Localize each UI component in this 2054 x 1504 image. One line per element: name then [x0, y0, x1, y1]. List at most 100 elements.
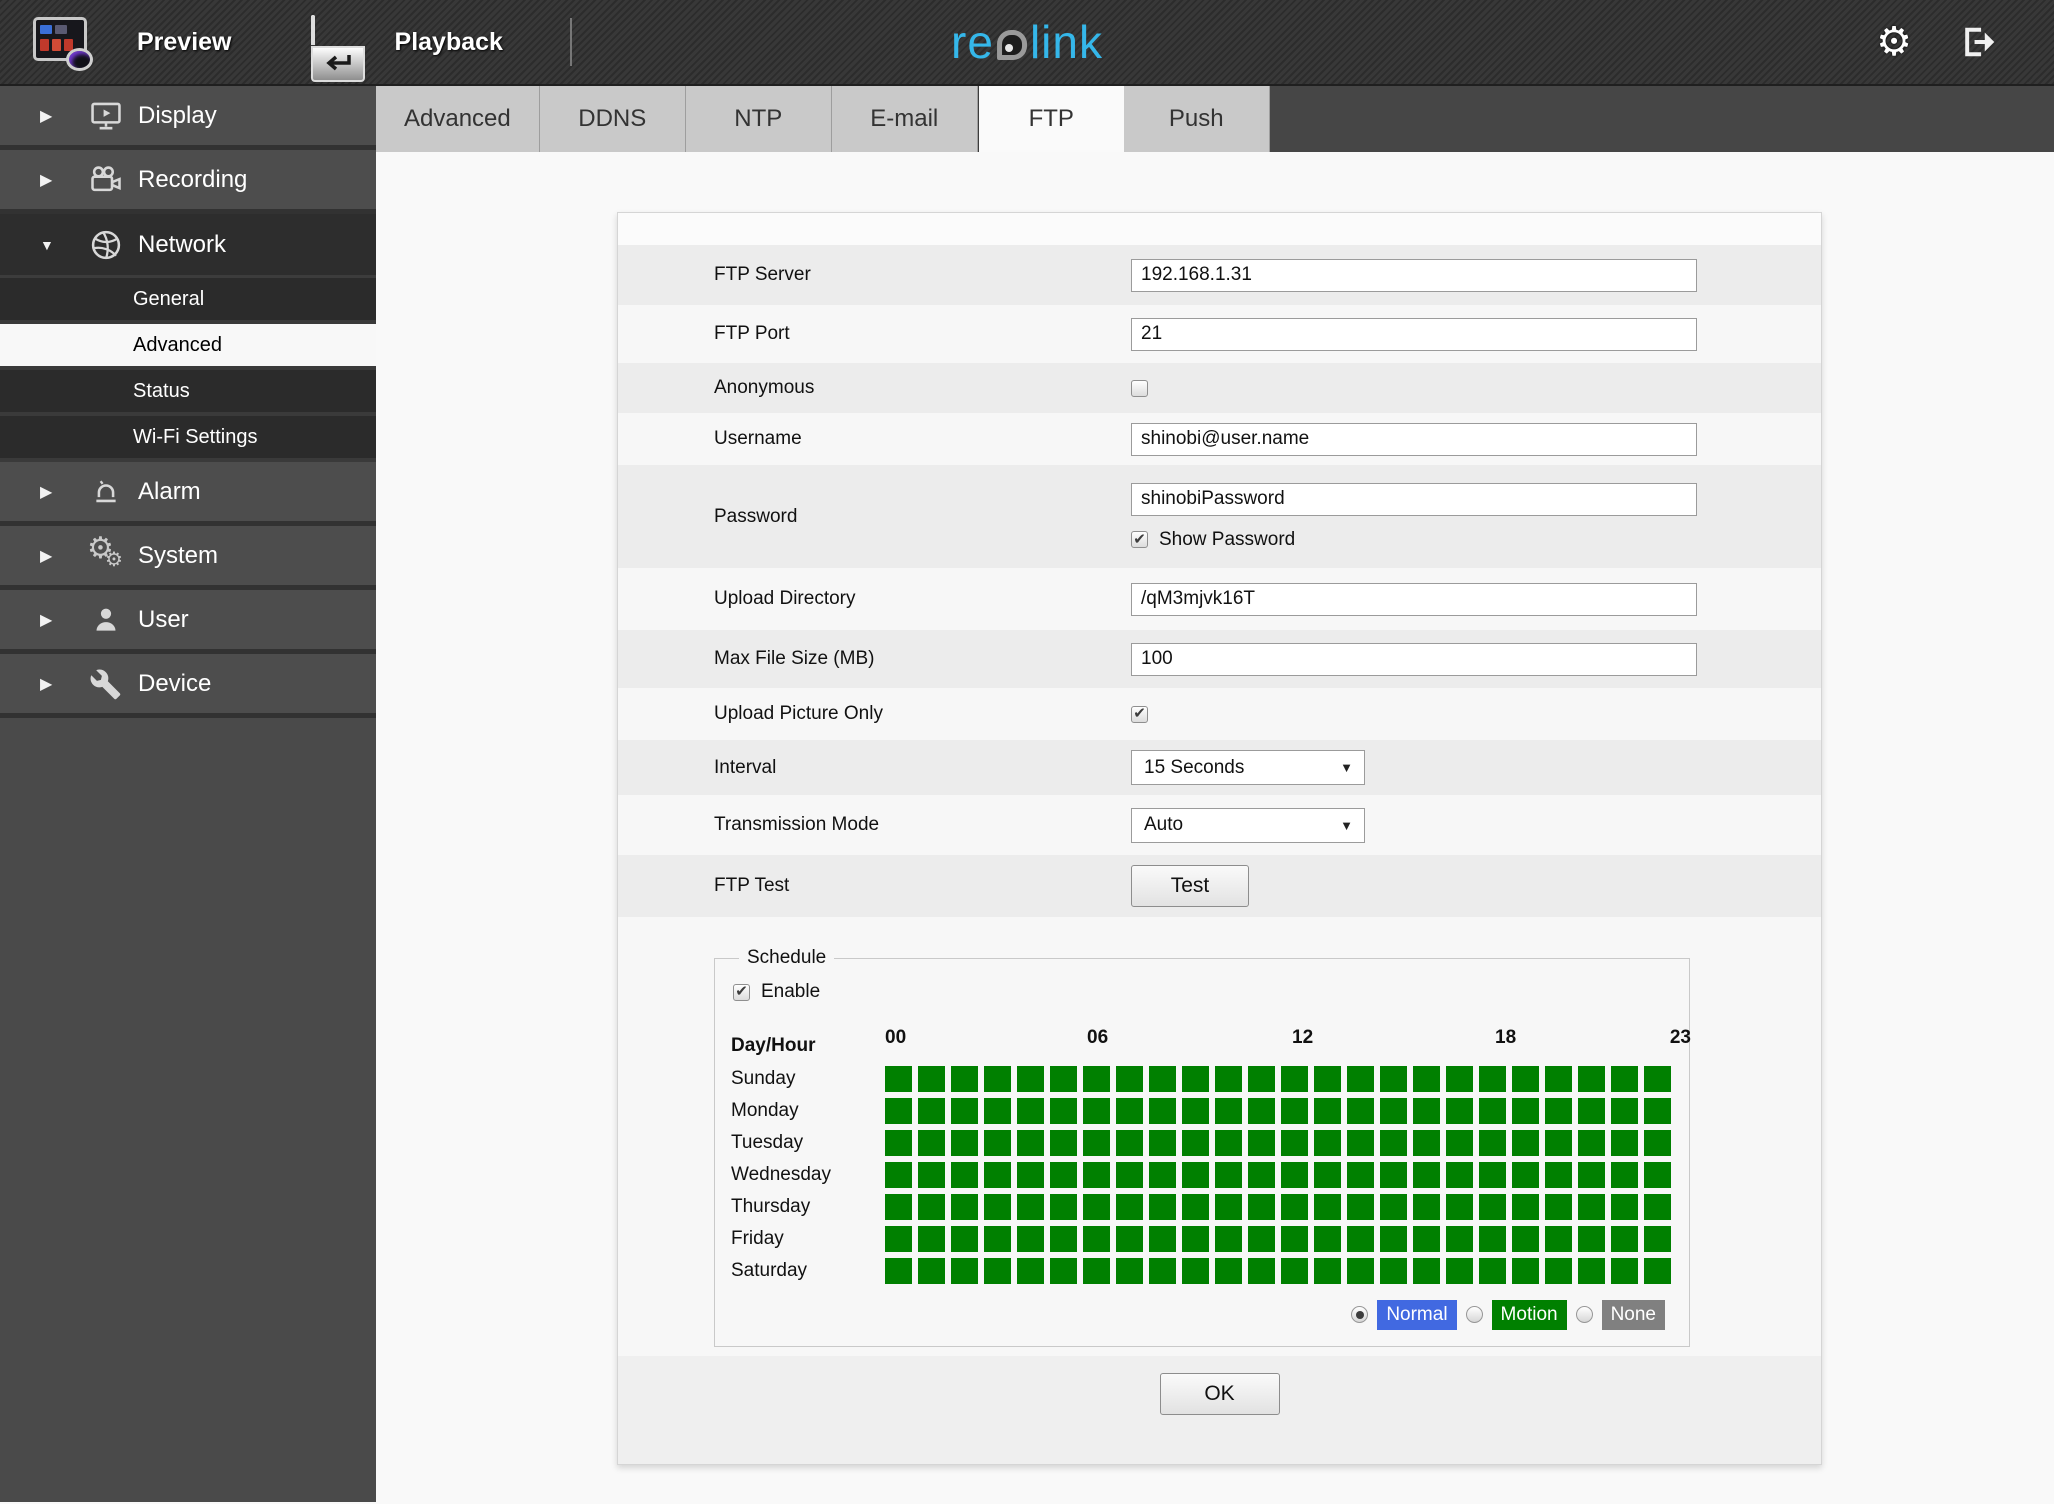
schedule-cell[interactable]: [1611, 1066, 1638, 1092]
schedule-cell[interactable]: [1380, 1258, 1407, 1284]
motion-radio[interactable]: [1465, 1306, 1483, 1324]
schedule-cell[interactable]: [1017, 1258, 1044, 1284]
schedule-cell[interactable]: [984, 1098, 1011, 1124]
schedule-cell[interactable]: [1644, 1098, 1671, 1124]
schedule-cell[interactable]: [1116, 1130, 1143, 1156]
schedule-cell[interactable]: [1611, 1226, 1638, 1252]
schedule-cell[interactable]: [1644, 1194, 1671, 1220]
schedule-cell[interactable]: [1446, 1162, 1473, 1188]
sidebar-item-network[interactable]: ▼ Network: [0, 214, 376, 278]
schedule-cell[interactable]: [984, 1162, 1011, 1188]
schedule-cell[interactable]: [1149, 1066, 1176, 1092]
schedule-cell[interactable]: [1281, 1226, 1308, 1252]
schedule-cell[interactable]: [1083, 1194, 1110, 1220]
schedule-cell[interactable]: [1083, 1130, 1110, 1156]
schedule-cell[interactable]: [885, 1162, 912, 1188]
schedule-cell[interactable]: [1017, 1098, 1044, 1124]
schedule-cell[interactable]: [1479, 1258, 1506, 1284]
schedule-cell[interactable]: [1347, 1226, 1374, 1252]
schedule-cell[interactable]: [1578, 1226, 1605, 1252]
schedule-cell[interactable]: [1380, 1098, 1407, 1124]
schedule-cell[interactable]: [1578, 1066, 1605, 1092]
schedule-cell[interactable]: [1347, 1162, 1374, 1188]
sidebar-subitem-status[interactable]: Status: [0, 370, 376, 416]
schedule-cell[interactable]: [1545, 1066, 1572, 1092]
schedule-cell[interactable]: [1644, 1258, 1671, 1284]
upload-picture-only-checkbox[interactable]: [1131, 705, 1148, 723]
schedule-cell[interactable]: [1611, 1258, 1638, 1284]
playback-button[interactable]: Playback: [310, 15, 503, 82]
schedule-cell[interactable]: [1479, 1162, 1506, 1188]
schedule-cell[interactable]: [1083, 1226, 1110, 1252]
ftp-test-button[interactable]: Test: [1131, 865, 1249, 907]
schedule-cell[interactable]: [885, 1226, 912, 1252]
schedule-cell[interactable]: [1281, 1098, 1308, 1124]
schedule-cell[interactable]: [1314, 1066, 1341, 1092]
schedule-cell[interactable]: [1116, 1194, 1143, 1220]
schedule-cell[interactable]: [951, 1226, 978, 1252]
schedule-cell[interactable]: [1050, 1130, 1077, 1156]
schedule-cell[interactable]: [1215, 1066, 1242, 1092]
schedule-cell[interactable]: [918, 1162, 945, 1188]
schedule-cell[interactable]: [1446, 1066, 1473, 1092]
schedule-cell[interactable]: [1380, 1066, 1407, 1092]
schedule-cell[interactable]: [1347, 1098, 1374, 1124]
sidebar-subitem-wifi-settings[interactable]: Wi-Fi Settings: [0, 416, 376, 462]
schedule-cell[interactable]: [1413, 1098, 1440, 1124]
schedule-cell[interactable]: [1479, 1226, 1506, 1252]
schedule-cell[interactable]: [1116, 1162, 1143, 1188]
interval-select[interactable]: 15 Seconds ▼: [1131, 750, 1365, 785]
sidebar-subitem-general[interactable]: General: [0, 278, 376, 324]
schedule-cell[interactable]: [1182, 1194, 1209, 1220]
schedule-cell[interactable]: [1182, 1258, 1209, 1284]
tab-ntp[interactable]: NTP: [685, 86, 832, 152]
schedule-cell[interactable]: [1545, 1098, 1572, 1124]
schedule-cell[interactable]: [1314, 1226, 1341, 1252]
schedule-cell[interactable]: [885, 1194, 912, 1220]
schedule-cell[interactable]: [885, 1130, 912, 1156]
schedule-cell[interactable]: [1083, 1162, 1110, 1188]
schedule-cell[interactable]: [1050, 1226, 1077, 1252]
schedule-cell[interactable]: [1215, 1162, 1242, 1188]
schedule-cell[interactable]: [1347, 1066, 1374, 1092]
transmission-mode-select[interactable]: Auto ▼: [1131, 807, 1365, 843]
schedule-cell[interactable]: [1248, 1098, 1275, 1124]
schedule-cell[interactable]: [1479, 1098, 1506, 1124]
schedule-cell[interactable]: [951, 1258, 978, 1284]
schedule-cell[interactable]: [1512, 1258, 1539, 1284]
anonymous-checkbox[interactable]: [1131, 379, 1148, 397]
schedule-cell[interactable]: [1413, 1194, 1440, 1220]
schedule-cell[interactable]: [1248, 1162, 1275, 1188]
schedule-cell[interactable]: [885, 1258, 912, 1284]
schedule-cell[interactable]: [1347, 1130, 1374, 1156]
schedule-cell[interactable]: [1149, 1258, 1176, 1284]
schedule-cell[interactable]: [951, 1130, 978, 1156]
schedule-cell[interactable]: [1347, 1194, 1374, 1220]
sidebar-item-recording[interactable]: ▶ Recording: [0, 150, 376, 214]
schedule-cell[interactable]: [1281, 1066, 1308, 1092]
schedule-cell[interactable]: [1083, 1258, 1110, 1284]
schedule-cell[interactable]: [1380, 1194, 1407, 1220]
schedule-cell[interactable]: [1479, 1130, 1506, 1156]
schedule-cell[interactable]: [984, 1258, 1011, 1284]
ok-button[interactable]: OK: [1159, 1372, 1280, 1415]
schedule-cell[interactable]: [1248, 1226, 1275, 1252]
schedule-cell[interactable]: [1116, 1098, 1143, 1124]
password-input[interactable]: [1131, 482, 1697, 516]
schedule-cell[interactable]: [1314, 1162, 1341, 1188]
schedule-cell[interactable]: [984, 1194, 1011, 1220]
schedule-cell[interactable]: [984, 1130, 1011, 1156]
schedule-cell[interactable]: [1611, 1162, 1638, 1188]
tab-ftp[interactable]: FTP: [977, 86, 1124, 152]
schedule-cell[interactable]: [1281, 1130, 1308, 1156]
schedule-cell[interactable]: [1281, 1194, 1308, 1220]
normal-radio[interactable]: [1351, 1306, 1369, 1324]
schedule-cell[interactable]: [1380, 1226, 1407, 1252]
schedule-cell[interactable]: [1446, 1130, 1473, 1156]
max-file-size-input[interactable]: [1131, 642, 1697, 676]
schedule-cell[interactable]: [1149, 1226, 1176, 1252]
schedule-cell[interactable]: [1479, 1194, 1506, 1220]
schedule-cell[interactable]: [1116, 1226, 1143, 1252]
schedule-cell[interactable]: [1512, 1098, 1539, 1124]
schedule-cell[interactable]: [1578, 1258, 1605, 1284]
